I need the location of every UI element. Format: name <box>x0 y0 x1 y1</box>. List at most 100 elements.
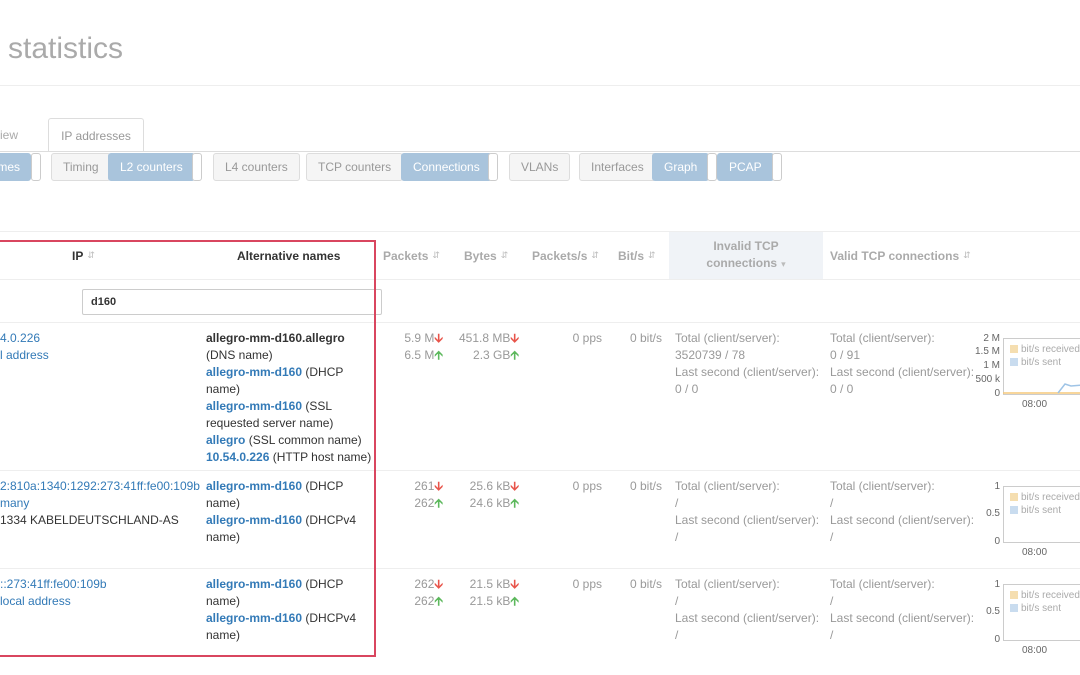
column-header-valid-tcp-connections[interactable]: Valid TCP connections ⇵ <box>830 232 971 279</box>
invalid-total-label: Total (client/server): <box>675 577 780 591</box>
alternative-name-link[interactable]: allegro-mm-d160 <box>206 399 302 413</box>
tab-ip-addresses[interactable]: IP addresses <box>48 118 144 152</box>
sort-icon: ⇵ <box>87 250 95 260</box>
column-header-alternative-names[interactable]: Alternative names <box>237 232 340 279</box>
legend-swatch-sent <box>1010 604 1018 612</box>
toggle-graph-handle[interactable] <box>707 153 717 181</box>
toggle-l4-counters-button[interactable]: L4 counters <box>213 153 300 181</box>
bytes-received-value: 25.6 kB <box>469 479 511 493</box>
ip-filter-input[interactable] <box>82 289 382 315</box>
ip-address-link[interactable]: ::273:41ff:fe00:109b <box>0 576 107 593</box>
legend-received-label: bit/s received <box>1021 492 1080 503</box>
tab-overview[interactable]: view <box>0 118 40 152</box>
sort-icon: ⇵ <box>648 250 656 260</box>
arrow-down-icon: 🡫 <box>434 479 443 493</box>
bits-per-second: 0 bit/s <box>629 479 662 493</box>
x-tick-label: 08:00 <box>1022 645 1048 656</box>
valid-last-second-value: 0 / 0 <box>830 382 854 396</box>
alternative-name: allegro-mm-d160 (DHCP <box>206 576 343 593</box>
y-tick-label: 0.5 <box>986 606 1000 617</box>
alternative-name-link[interactable]: allegro-mm-d160 <box>206 577 302 591</box>
legend-received-label: bit/s received <box>1021 590 1080 601</box>
page-title: statistics <box>8 32 124 65</box>
arrow-down-icon: 🡫 <box>510 479 519 493</box>
alternative-name: 10.54.0.226 (HTTP host name) <box>206 449 371 466</box>
column-header-invalid-tcp-connections[interactable]: Invalid TCP connections ▾ <box>669 232 823 279</box>
alternative-name-source: (DHCP <box>302 479 344 493</box>
valid-total-value: / <box>830 496 834 510</box>
packets-sent-value: 262 <box>414 594 435 608</box>
invalid-total-label: Total (client/server): <box>675 331 780 345</box>
legend-sent: bit/s sent <box>1010 505 1061 516</box>
alternative-name-link[interactable]: allegro-mm-d160 <box>206 611 302 625</box>
alternative-name-link[interactable]: allegro-mm-d160 <box>206 365 302 379</box>
bytes-received: 21.5 kB🡫 <box>450 576 519 593</box>
packets-per-second: 0 pps <box>572 479 602 493</box>
alternative-name: allegro-mm-d160 (SSL <box>206 398 332 415</box>
valid-total-value: 0 / 91 <box>830 348 861 362</box>
ip-address-note[interactable]: l address <box>0 347 49 364</box>
alternative-name-source: (SSL <box>302 399 333 413</box>
column-header-packets-per-second-label: Packets/s <box>532 248 588 263</box>
toggle-interfaces-button[interactable]: Interfaces <box>579 153 656 181</box>
alternative-name-source: name) <box>206 496 241 510</box>
invalid-total-value: / <box>675 594 679 608</box>
y-tick-label: 1 <box>994 481 1000 492</box>
packets-sent-value: 6.5 M <box>404 348 435 362</box>
toggle-connections-handle[interactable] <box>488 153 498 181</box>
alternative-name-source: requested server name) <box>206 416 334 430</box>
ip-address-note[interactable]: local address <box>0 593 71 610</box>
toggle-pcap-handle[interactable] <box>772 153 782 181</box>
packets-per-second: 0 pps <box>572 331 602 345</box>
valid-total-label: Total (client/server): <box>830 479 935 493</box>
invalid-total-value: / <box>675 496 679 510</box>
alternative-name-link[interactable]: allegro-mm-d160 <box>206 479 302 493</box>
toggle-l2-counters-button[interactable]: L2 counters <box>108 153 195 181</box>
invalid-total-label: Total (client/server): <box>675 479 780 493</box>
column-header-invalid-tcp-line2: connections <box>706 256 778 270</box>
alternative-name-source: (HTTP host name) <box>269 450 372 464</box>
legend-swatch-sent <box>1010 506 1018 514</box>
bytes-received: 25.6 kB🡫 <box>450 478 519 495</box>
alternative-name-source: (SSL common name) <box>245 433 362 447</box>
column-header-packets[interactable]: Packets ⇵ <box>383 232 440 279</box>
column-header-packets-per-second[interactable]: Packets/s ⇵ <box>532 232 599 279</box>
ip-address-link[interactable]: 2:810a:1340:1292:273:41ff:fe00:109b <box>0 478 200 495</box>
toggle-timing-button[interactable]: Timing <box>51 153 111 181</box>
packets-received: 261🡫 <box>380 478 443 495</box>
arrow-up-icon: 🡩 <box>510 496 519 510</box>
toggle-names-button[interactable]: mes <box>0 153 31 181</box>
alternative-name-source: (DHCPv4 <box>302 611 357 625</box>
toggle-tcp-counters-button[interactable]: TCP counters <box>306 153 404 181</box>
column-header-bits-per-second[interactable]: Bit/s ⇵ <box>618 232 656 279</box>
toggle-connections-button[interactable]: Connections <box>401 153 492 181</box>
arrow-down-icon: 🡫 <box>510 577 519 591</box>
tab-bar-divider <box>0 151 1080 152</box>
toggle-names-handle[interactable] <box>31 153 41 181</box>
sort-icon: ⇵ <box>500 250 509 260</box>
ip-address-link[interactable]: 4.0.226 <box>0 330 40 347</box>
arrow-down-icon: 🡫 <box>510 331 519 345</box>
alternative-name-link[interactable]: allegro <box>206 433 245 447</box>
packets-received-value: 5.9 M <box>404 331 435 345</box>
sort-icon: ⇵ <box>432 250 440 260</box>
toggle-pcap-button[interactable]: PCAP <box>717 153 774 181</box>
arrow-up-icon: 🡩 <box>434 496 443 510</box>
column-header-bytes[interactable]: Bytes ⇵ <box>464 232 508 279</box>
toggle-l2-counters-handle[interactable] <box>192 153 202 181</box>
alternative-name: allegro-mm-d160.allegro <box>206 330 345 347</box>
toggle-graph-button[interactable]: Graph <box>652 153 710 181</box>
alternative-name-source: (DNS name) <box>206 348 273 362</box>
y-tick-label: 1.5 M <box>974 346 1000 357</box>
toggle-vlans-button[interactable]: VLANs <box>509 153 571 181</box>
alternative-name-source: (DHCPv4 <box>302 513 357 527</box>
legend-sent-label: bit/s sent <box>1021 357 1062 368</box>
valid-last-second-value: / <box>830 628 834 642</box>
alternative-name-link[interactable]: allegro-mm-d160 <box>206 513 302 527</box>
y-tick-label: 0 <box>994 388 1000 399</box>
ip-address-note[interactable]: many <box>0 495 29 512</box>
column-header-ip[interactable]: IP ⇵ <box>72 232 95 279</box>
bytes-sent: 21.5 kB🡩 <box>450 593 519 610</box>
packets-sent-value: 262 <box>414 496 435 510</box>
alternative-name-link[interactable]: 10.54.0.226 <box>206 450 269 464</box>
